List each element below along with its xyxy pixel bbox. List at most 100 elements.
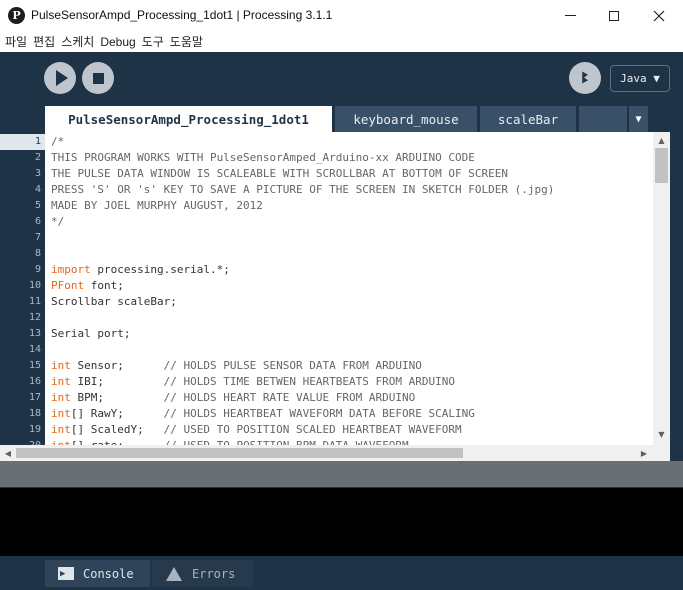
close-icon bbox=[653, 10, 664, 21]
tab-keyboard-mouse[interactable]: keyboard_mouse bbox=[335, 106, 477, 132]
line-number: 1 bbox=[34, 136, 41, 147]
code-line: /* bbox=[51, 134, 64, 150]
line-number: 2 bbox=[34, 152, 41, 163]
code-comment: THIS PROGRAM WORKS WITH PulseSensorAmped… bbox=[51, 151, 475, 164]
tab-main-sketch[interactable]: PulseSensorAmpd_Processing_1dot1 bbox=[45, 106, 332, 132]
vertical-scrollbar[interactable]: ▲ ▼ bbox=[653, 132, 670, 445]
code-token: Scrollbar scaleBar; bbox=[51, 295, 177, 308]
line-number: 18 bbox=[28, 408, 41, 419]
code-line: PFont font; bbox=[51, 278, 124, 294]
code-comment: // HOLDS HEARTBEAT WAVEFORM DATA BEFORE … bbox=[163, 407, 475, 420]
horizontal-scrollbar[interactable]: ◀ ▶ bbox=[0, 445, 670, 461]
line-number: 6 bbox=[34, 216, 41, 227]
code-comment: /* bbox=[51, 135, 65, 148]
code-token: font; bbox=[84, 279, 124, 292]
code-keyword: int bbox=[51, 359, 71, 372]
butterfly-icon: ꔪ bbox=[581, 69, 589, 87]
code-comment: // HOLDS TIME BETWEN HEARTBEATS FROM ARD… bbox=[163, 375, 455, 388]
code-line: int IBI; // HOLDS TIME BETWEN HEARTBEATS… bbox=[51, 374, 455, 390]
line-number: 4 bbox=[34, 184, 41, 195]
code-comment: // HOLDS HEART RATE VALUE FROM ARDUINO bbox=[163, 391, 416, 404]
menu-edit[interactable]: 편집 bbox=[32, 33, 60, 50]
menu-sketch[interactable]: 스케치 bbox=[60, 33, 99, 50]
code-line: THIS PROGRAM WORKS WITH PulseSensorAmped… bbox=[51, 150, 475, 166]
code-text-area[interactable]: /* THIS PROGRAM WORKS WITH PulseSensorAmp… bbox=[45, 132, 653, 445]
code-token: [] RawY; bbox=[70, 407, 164, 420]
menu-tools[interactable]: 도구 bbox=[141, 33, 169, 50]
code-line: Scrollbar scaleBar; bbox=[51, 294, 177, 310]
code-line: Serial port; bbox=[51, 326, 130, 342]
scroll-down-arrow-icon[interactable]: ▼ bbox=[653, 426, 670, 442]
code-comment: // HOLDS PULSE SENSOR DATA FROM ARDUINO bbox=[163, 359, 422, 372]
menu-debug[interactable]: Debug bbox=[99, 35, 140, 49]
code-line: MADE BY JOEL MURPHY AUGUST, 2012 bbox=[51, 198, 263, 214]
code-keyword: int bbox=[51, 375, 71, 388]
console-icon-glyph: ▶ bbox=[60, 568, 66, 579]
code-comment: */ bbox=[51, 215, 65, 228]
warning-icon bbox=[166, 566, 182, 581]
scroll-corner bbox=[670, 132, 683, 461]
maximize-button[interactable] bbox=[591, 0, 636, 31]
app-icon-glyph: P bbox=[12, 9, 21, 22]
code-line: int[] ScaledY; // USED TO POSITION SCALE… bbox=[51, 422, 462, 438]
tab-truncated[interactable] bbox=[579, 106, 627, 132]
code-keyword: int bbox=[51, 407, 71, 420]
code-keyword: int bbox=[51, 423, 71, 436]
errors-tab[interactable]: Errors bbox=[152, 560, 253, 587]
code-keyword: int bbox=[51, 391, 71, 404]
scroll-right-arrow-icon[interactable]: ▶ bbox=[636, 445, 652, 461]
line-number: 9 bbox=[34, 264, 41, 275]
line-number: 11 bbox=[28, 296, 41, 307]
line-number-gutter: 1234567891011121314151617181920 bbox=[0, 132, 45, 445]
code-line: PRESS 'S' OR 's' KEY TO SAVE A PICTURE O… bbox=[51, 182, 554, 198]
menu-help[interactable]: 도움말 bbox=[169, 33, 208, 50]
menu-file[interactable]: 파일 bbox=[4, 33, 32, 50]
minimize-button[interactable] bbox=[548, 0, 593, 31]
console-tab[interactable]: ▶ Console bbox=[45, 560, 150, 587]
scroll-left-arrow-icon[interactable]: ◀ bbox=[0, 445, 16, 461]
line-number: 16 bbox=[28, 376, 41, 387]
debugger-button[interactable]: ꔪ bbox=[569, 62, 601, 94]
footer-bar: ▶ Console Errors bbox=[0, 556, 683, 590]
stop-icon bbox=[92, 72, 104, 84]
line-number: 15 bbox=[28, 360, 41, 371]
code-keyword: PFont bbox=[51, 279, 85, 292]
console-icon: ▶ bbox=[58, 567, 74, 580]
play-icon bbox=[55, 70, 68, 86]
mode-selector[interactable]: Java ▼ bbox=[610, 65, 670, 92]
line-number: 5 bbox=[34, 200, 41, 211]
errors-tab-label: Errors bbox=[192, 566, 236, 581]
horizontal-scroll-thumb[interactable] bbox=[16, 448, 463, 458]
console-tab-label: Console bbox=[83, 566, 134, 581]
code-token: Sensor; bbox=[70, 359, 164, 372]
close-button[interactable] bbox=[636, 0, 681, 31]
stop-button[interactable] bbox=[82, 62, 114, 94]
code-token: [] ScaledY; bbox=[70, 423, 164, 436]
line-number: 13 bbox=[28, 328, 41, 339]
processing-app-icon: P bbox=[8, 7, 25, 24]
code-line: THE PULSE DATA WINDOW IS SCALEABLE WITH … bbox=[51, 166, 508, 182]
code-token: IBI; bbox=[70, 375, 164, 388]
code-editor[interactable]: 1234567891011121314151617181920 /*THIS P… bbox=[0, 132, 670, 445]
menu-bar: 파일 편집 스케치 Debug 도구 도움말 bbox=[0, 31, 683, 52]
code-line: */ bbox=[51, 214, 64, 230]
line-number: 19 bbox=[28, 424, 41, 435]
console-output[interactable] bbox=[0, 488, 683, 556]
scroll-up-arrow-icon[interactable]: ▲ bbox=[653, 132, 670, 148]
code-line: int[] rate; // USED TO POSITION BPM DATA… bbox=[51, 438, 409, 445]
line-number: 10 bbox=[28, 280, 41, 291]
tab-overflow-dropdown[interactable]: ▼ bbox=[629, 106, 648, 132]
code-token: processing.serial.*; bbox=[90, 263, 230, 276]
window-title: PulseSensorAmpd_Processing_1dot1 | Proce… bbox=[31, 8, 333, 22]
code-line: import processing.serial.*; bbox=[51, 262, 230, 278]
ide-body: ꔪ Java ▼ PulseSensorAmpd_Processing_1dot… bbox=[0, 52, 683, 590]
tab-scalebar[interactable]: scaleBar bbox=[480, 106, 576, 132]
sketch-tabs: PulseSensorAmpd_Processing_1dot1 keyboar… bbox=[0, 104, 683, 132]
code-comment: // USED TO POSITION SCALED HEARTBEAT WAV… bbox=[163, 423, 462, 436]
title-bar: P PulseSensorAmpd_Processing_1dot1 | Pro… bbox=[0, 0, 683, 31]
line-number: 14 bbox=[28, 344, 41, 355]
line-number: 12 bbox=[28, 312, 41, 323]
run-button[interactable] bbox=[44, 62, 76, 94]
minimize-icon bbox=[565, 15, 576, 16]
vertical-scroll-thumb[interactable] bbox=[655, 148, 668, 183]
